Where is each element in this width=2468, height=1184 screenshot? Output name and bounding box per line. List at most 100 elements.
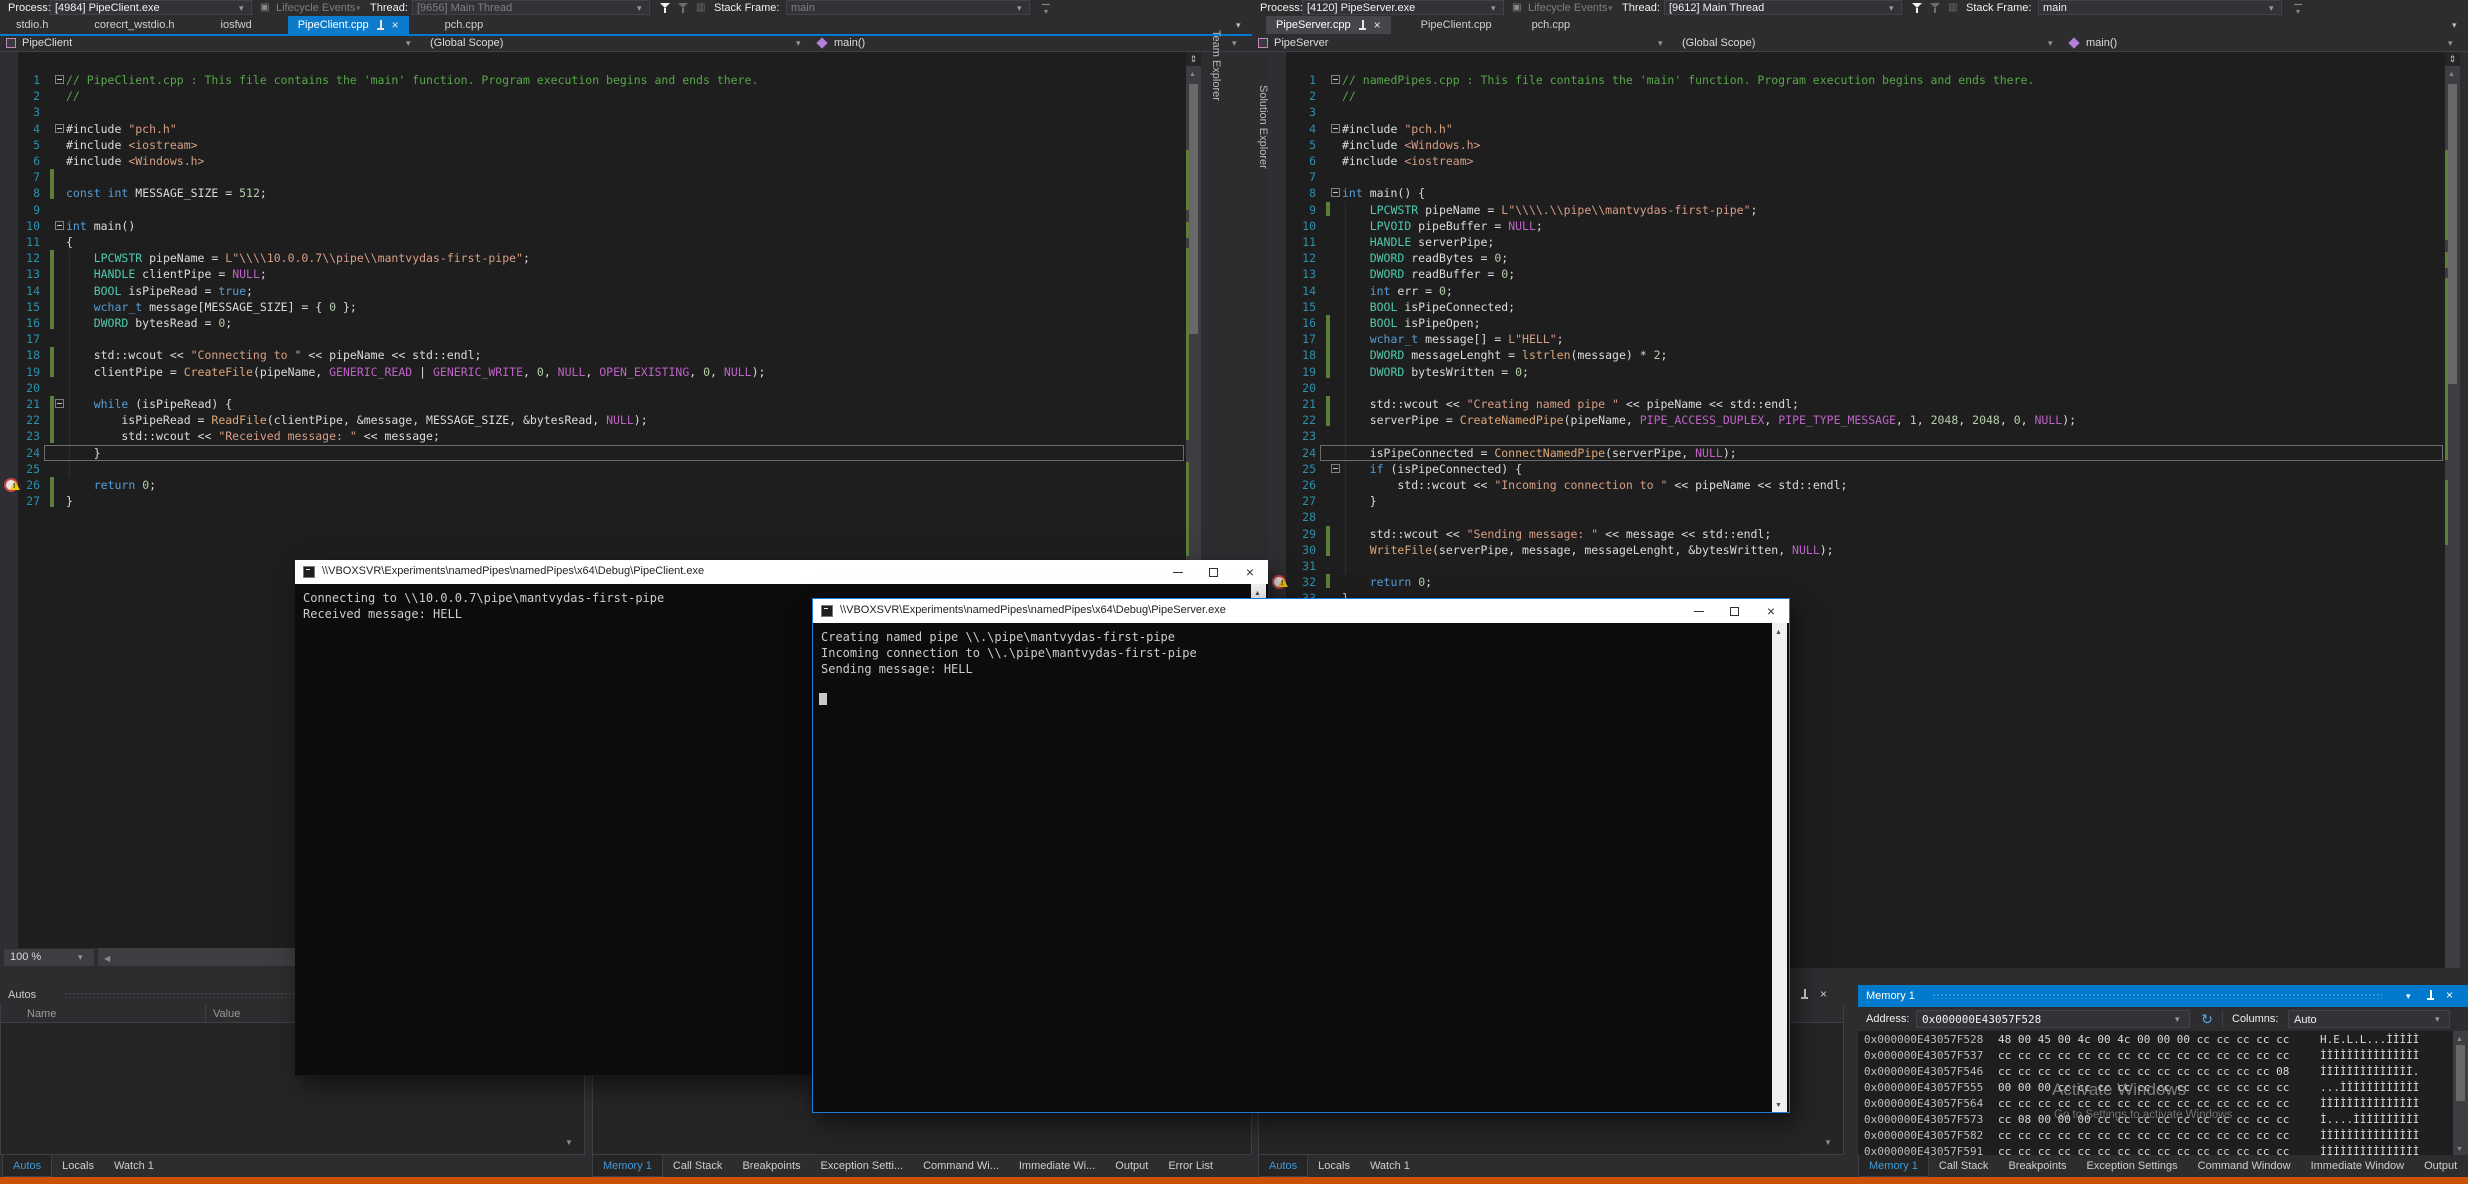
close-icon[interactable]: × xyxy=(392,18,399,32)
scroll-up-icon[interactable]: ▲ xyxy=(1254,587,1263,597)
project-scope-combo[interactable]: PipeServer▾ xyxy=(1256,36,1672,51)
close-icon[interactable]: × xyxy=(2446,988,2460,1004)
thread-combo[interactable]: [9612] Main Thread▾ xyxy=(1664,0,1902,15)
scroll-down-icon[interactable]: ▼ xyxy=(1824,1136,1836,1148)
tool-tab-breakpoints[interactable]: Breakpoints xyxy=(732,1155,810,1177)
minimize-button[interactable] xyxy=(1160,560,1196,584)
close-button[interactable]: × xyxy=(1232,560,1268,584)
tool-tab-output[interactable]: Output xyxy=(1105,1155,1158,1177)
fold-marker[interactable] xyxy=(1331,188,1340,197)
tab-pipeclient-cpp[interactable]: PipeClient.cpp× xyxy=(288,16,409,34)
tool-tab-call-stack[interactable]: Call Stack xyxy=(1929,1155,1999,1177)
tool-tab-watch-1[interactable]: Watch 1 xyxy=(1360,1155,1420,1177)
fold-marker[interactable] xyxy=(1331,75,1340,84)
tab-list-chevron-icon[interactable]: ▾ xyxy=(1236,18,1248,32)
tool-tab-locals[interactable]: Locals xyxy=(1308,1155,1360,1177)
stack-frame-combo[interactable]: main▾ xyxy=(2038,0,2282,15)
pin-icon[interactable] xyxy=(2426,990,2435,1001)
pin-icon[interactable] xyxy=(1800,989,1809,1000)
scroll-up-icon[interactable]: ▲ xyxy=(2456,1033,2465,1043)
global-scope-combo[interactable]: (Global Scope)▾ xyxy=(1676,36,2062,51)
maximize-button[interactable] xyxy=(1717,599,1753,623)
console-window-pipeserver[interactable]: \\VBOXSVR\Experiments\namedPipes\namedPi… xyxy=(812,598,1790,1113)
fold-marker[interactable] xyxy=(55,124,64,133)
thread-filter-icon[interactable] xyxy=(1912,2,1924,14)
side-tab-solution-explorer[interactable]: Solution Explorer xyxy=(1253,85,1269,217)
fold-marker[interactable] xyxy=(55,221,64,230)
tool-tab-call-stack[interactable]: Call Stack xyxy=(663,1155,733,1177)
tool-tab-command-window[interactable]: Command Window xyxy=(2188,1155,2301,1177)
side-tab-team-explorer[interactable]: Team Explorer xyxy=(1206,30,1222,145)
tool-tab-command-wi-[interactable]: Command Wi... xyxy=(913,1155,1009,1177)
tool-tab-immediate-window[interactable]: Immediate Window xyxy=(2301,1155,2415,1177)
pin-icon[interactable] xyxy=(376,20,385,31)
zoom-combo[interactable]: 100 %▾ xyxy=(4,949,94,966)
tab-iosfwd[interactable]: iosfwd xyxy=(211,16,262,34)
splitter-handle[interactable]: ⇕ xyxy=(1186,52,1201,66)
tab-list-chevron-icon[interactable]: ▾ xyxy=(2452,18,2464,32)
tool-tab-autos[interactable]: Autos xyxy=(1258,1155,1308,1177)
memory-vscroll-thumb[interactable] xyxy=(2456,1045,2465,1101)
fold-marker[interactable] xyxy=(55,75,64,84)
tool-tab-exception-settings[interactable]: Exception Settings xyxy=(2077,1155,2188,1177)
global-scope-combo[interactable]: (Global Scope)▾ xyxy=(424,36,810,51)
address-combo[interactable]: 0x000000E43057F528▾ xyxy=(1916,1010,2190,1028)
scroll-up-icon[interactable]: ▲ xyxy=(1775,626,1784,636)
thread-filter-secondary-icon[interactable] xyxy=(678,2,690,14)
console-titlebar[interactable]: \\VBOXSVR\Experiments\namedPipes\namedPi… xyxy=(813,599,1789,623)
fold-marker[interactable] xyxy=(1331,124,1340,133)
scroll-down-icon[interactable]: ▼ xyxy=(2456,1143,2465,1153)
close-icon[interactable]: × xyxy=(1374,18,1381,32)
scroll-down-icon[interactable]: ▼ xyxy=(565,1136,577,1148)
tool-tab-immediate-wi-[interactable]: Immediate Wi... xyxy=(1009,1155,1105,1177)
tab-stdio-h[interactable]: stdio.h xyxy=(6,16,58,34)
tab-pipeclient-cpp[interactable]: PipeClient.cpp xyxy=(1411,16,1502,34)
tool-tab-autos[interactable]: Autos xyxy=(2,1155,52,1177)
breakpoint-warning-icon[interactable]: ! xyxy=(1272,574,1290,592)
console-titlebar[interactable]: \\VBOXSVR\Experiments\namedPipes\namedPi… xyxy=(295,560,1268,584)
tab-pipeserver-cpp[interactable]: PipeServer.cpp× xyxy=(1266,16,1391,34)
tab-pch-cpp[interactable]: pch.cpp xyxy=(435,16,494,34)
close-button[interactable]: × xyxy=(1753,599,1789,623)
editor-vscroll-thumb[interactable] xyxy=(2448,84,2457,384)
tool-tab-exception-setti-[interactable]: Exception Setti... xyxy=(811,1155,914,1177)
maximize-button[interactable] xyxy=(1196,560,1232,584)
fold-marker[interactable] xyxy=(1331,464,1340,473)
process-combo[interactable]: [4984] PipeClient.exe▾ xyxy=(50,0,252,15)
tool-tab-locals[interactable]: Locals xyxy=(52,1155,104,1177)
scroll-left-icon[interactable]: ◀ xyxy=(104,952,114,962)
editor-vscroll-thumb[interactable] xyxy=(1189,84,1198,334)
tool-tab-watch-1[interactable]: Watch 1 xyxy=(104,1155,164,1177)
member-combo[interactable]: main()▾ xyxy=(2066,36,2462,51)
tool-tab-output[interactable]: Output xyxy=(2414,1155,2467,1177)
scroll-up-icon[interactable]: ▲ xyxy=(2448,68,2457,78)
member-combo[interactable]: main()▾ xyxy=(814,36,1246,51)
toolbar-overflow-button[interactable]: ▾ xyxy=(2292,2,2304,14)
close-icon[interactable]: × xyxy=(1820,987,1834,1003)
scroll-down-icon[interactable]: ▼ xyxy=(1775,1099,1784,1109)
tool-tab-error-list[interactable]: Error List xyxy=(1158,1155,1223,1177)
console-vscrollbar[interactable] xyxy=(1772,623,1787,1112)
breakpoint-warning-icon[interactable]: ! xyxy=(4,477,22,495)
thread-filter-secondary-icon[interactable] xyxy=(1930,2,1942,14)
fold-marker[interactable] xyxy=(55,399,64,408)
stack-frame-combo[interactable]: main▾ xyxy=(786,0,1030,15)
tab-corecrt_wstdio-h[interactable]: corecrt_wstdio.h xyxy=(84,16,184,34)
minimize-button[interactable] xyxy=(1681,599,1717,623)
process-combo[interactable]: [4120] PipeServer.exe▾ xyxy=(1302,0,1504,15)
project-scope-combo[interactable]: PipeClient▾ xyxy=(4,36,420,51)
column-header-name[interactable]: Name xyxy=(27,1007,187,1021)
splitter-handle[interactable]: ⇕ xyxy=(2445,52,2460,66)
pin-icon[interactable] xyxy=(1358,20,1367,31)
thread-combo[interactable]: [9656] Main Thread▾ xyxy=(412,0,650,15)
scroll-up-icon[interactable]: ▲ xyxy=(1189,68,1198,78)
tab-pch-cpp[interactable]: pch.cpp xyxy=(1522,16,1581,34)
tool-tab-breakpoints[interactable]: Breakpoints xyxy=(1998,1155,2076,1177)
toolbar-overflow-button[interactable]: ▾ xyxy=(1040,2,1052,14)
tool-tab-memory-1[interactable]: Memory 1 xyxy=(592,1155,663,1177)
thread-filter-icon[interactable] xyxy=(660,2,672,14)
refresh-icon[interactable]: ↻ xyxy=(2198,1010,2216,1028)
tool-tab-memory-1[interactable]: Memory 1 xyxy=(1858,1155,1929,1177)
chevron-down-icon[interactable]: ▾ xyxy=(2406,989,2418,1003)
columns-combo[interactable]: Auto▾ xyxy=(2288,1010,2450,1028)
